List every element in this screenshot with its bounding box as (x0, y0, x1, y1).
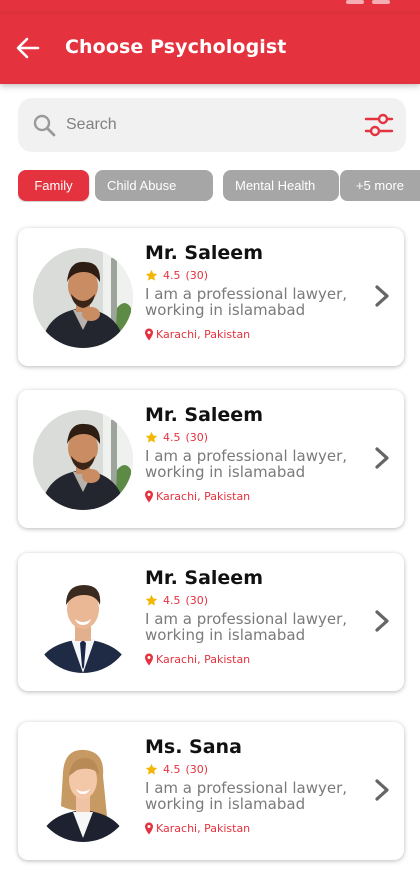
chevron-right-icon[interactable] (374, 778, 390, 802)
rating-value: 4.5 (163, 431, 181, 444)
category-chips: Family Child Abuse Mental Health +5 more (18, 170, 420, 202)
psychologist-name: Mr. Saleem (145, 242, 263, 264)
chevron-right-icon[interactable] (374, 284, 390, 308)
avatar (33, 410, 133, 510)
search-input[interactable] (66, 110, 346, 140)
battery-icon (372, 0, 390, 4)
search-icon (33, 114, 56, 137)
rating-value: 4.5 (163, 594, 181, 607)
arrow-left-icon (16, 37, 40, 59)
chevron-right-icon[interactable] (374, 446, 390, 470)
rating: 4.5 (30) (145, 594, 208, 607)
star-icon (145, 431, 158, 443)
psychologist-card[interactable]: Mr. Saleem 4.5 (30) I am a professional … (18, 553, 404, 691)
map-pin-icon (145, 490, 153, 503)
psychologist-name: Mr. Saleem (145, 567, 263, 589)
avatar (33, 248, 133, 348)
rating: 4.5 (30) (145, 431, 208, 444)
psychologist-description: I am a professional lawyer, working in i… (145, 610, 348, 644)
rating-count: (30) (185, 594, 209, 607)
rating: 4.5 (30) (145, 763, 208, 776)
psychologist-name: Mr. Saleem (145, 404, 263, 426)
rating-value: 4.5 (163, 269, 181, 282)
map-pin-icon (145, 328, 153, 341)
app-bar: Choose Psychologist (0, 14, 420, 84)
chip-more[interactable]: +5 more (339, 170, 420, 201)
map-pin-icon (145, 822, 153, 835)
rating-value: 4.5 (163, 763, 181, 776)
back-button[interactable] (12, 32, 44, 64)
search-bar[interactable] (18, 98, 406, 152)
chip-family[interactable]: Family (18, 170, 89, 201)
location: Karachi, Pakistan (144, 653, 250, 666)
location-text: Karachi, Pakistan (156, 822, 251, 835)
location-text: Karachi, Pakistan (156, 490, 251, 503)
location-text: Karachi, Pakistan (156, 653, 251, 666)
status-bar (0, 0, 420, 14)
psychologist-name: Ms. Sana (145, 736, 242, 758)
map-pin-icon (145, 653, 153, 666)
star-icon (145, 269, 158, 281)
location-text: Karachi, Pakistan (156, 328, 251, 341)
psychologist-description: I am a professional lawyer, working in i… (145, 285, 348, 319)
chevron-right-icon[interactable] (374, 609, 390, 633)
avatar (33, 573, 133, 673)
star-icon (145, 763, 158, 775)
rating-count: (30) (185, 763, 209, 776)
rating: 4.5 (30) (145, 269, 208, 282)
sliders-icon[interactable] (364, 111, 394, 139)
status-icons (346, 0, 390, 10)
psychologist-card[interactable]: Ms. Sana 4.5 (30) I am a professional la… (18, 722, 404, 860)
page-title: Choose Psychologist (65, 36, 287, 58)
location: Karachi, Pakistan (144, 490, 250, 503)
avatar (33, 742, 133, 842)
signal-icon (346, 0, 364, 4)
location: Karachi, Pakistan (144, 328, 250, 341)
psychologist-card[interactable]: Mr. Saleem 4.5 (30) I am a professional … (18, 390, 404, 528)
psychologist-card[interactable]: Mr. Saleem 4.5 (30) I am a professional … (18, 228, 404, 366)
rating-count: (30) (185, 269, 209, 282)
chip-child-abuse[interactable]: Child Abuse (95, 170, 213, 201)
location: Karachi, Pakistan (144, 822, 250, 835)
psychologist-description: I am a professional lawyer, working in i… (145, 447, 348, 481)
rating-count: (30) (185, 431, 209, 444)
psychologist-description: I am a professional lawyer, working in i… (145, 779, 348, 813)
star-icon (145, 594, 158, 606)
chip-mental-health[interactable]: Mental Health (223, 170, 339, 201)
